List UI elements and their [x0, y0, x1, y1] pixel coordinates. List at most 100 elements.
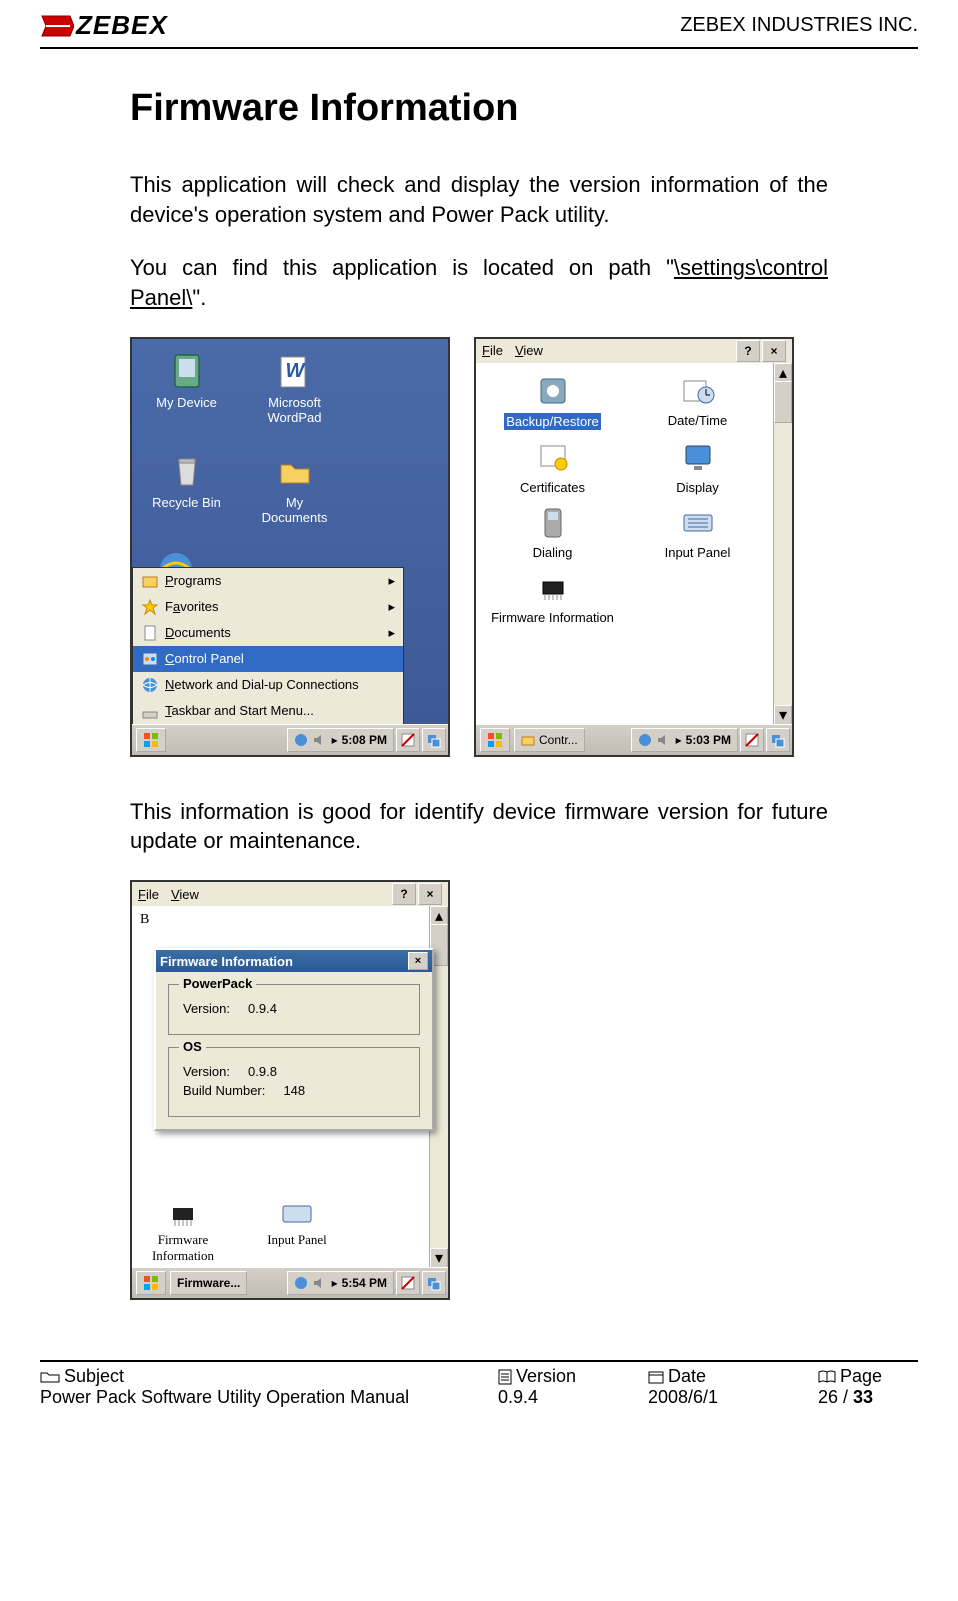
- page-footer: Subject Power Pack Software Utility Oper…: [0, 1366, 958, 1428]
- chevron-right-icon: ▸: [388, 599, 395, 615]
- close-button[interactable]: ×: [762, 340, 786, 362]
- menu-item-control-panel[interactable]: Control Panel: [133, 646, 403, 672]
- cp-item-display[interactable]: Display: [627, 440, 768, 495]
- tray-icon-1[interactable]: [740, 728, 764, 752]
- footer-divider: [40, 1360, 918, 1362]
- tray-icon-1[interactable]: [396, 728, 420, 752]
- tray-area[interactable]: ▸ 5:03 PM: [631, 728, 738, 752]
- tray-arrow-icon: ▸: [332, 1276, 338, 1290]
- input-panel-icon: [279, 1196, 315, 1232]
- tray-icon-2[interactable]: [766, 728, 790, 752]
- folder-programs-icon: [141, 572, 159, 590]
- page-current: 26 /: [818, 1387, 853, 1407]
- bg-item-firmware[interactable]: Firmware Information: [138, 1196, 228, 1264]
- tray-globe-icon: [294, 733, 308, 747]
- cp-item-backup-restore[interactable]: Backup/Restore: [482, 373, 623, 430]
- desktop-icon-wordpad[interactable]: W Microsoft WordPad: [252, 351, 337, 425]
- menu-view[interactable]: View: [515, 343, 543, 358]
- my-documents-label: My Documents: [262, 495, 328, 525]
- tray-icon-2[interactable]: [422, 728, 446, 752]
- taskbar-time: 5:03 PM: [686, 733, 731, 747]
- menu-file[interactable]: File: [138, 887, 159, 902]
- os-version-value: 0.9.8: [248, 1064, 277, 1079]
- control-panel-view: Backup/Restore Date/Time Certificates: [476, 363, 774, 725]
- dialog-titlebar[interactable]: Firmware Information ×: [156, 950, 432, 972]
- backup-label: Backup/Restore: [504, 413, 601, 430]
- tray-globe-icon: [638, 733, 652, 747]
- desktop-icon-recycle-bin[interactable]: Recycle Bin: [144, 451, 229, 510]
- scroll-down-arrow-icon[interactable]: ▾: [774, 705, 792, 725]
- scroll-track[interactable]: [774, 381, 792, 707]
- powerpack-legend: PowerPack: [179, 976, 256, 991]
- bg-item-input-panel[interactable]: Input Panel: [252, 1196, 342, 1248]
- menu-item-programs[interactable]: Programs ▸: [133, 568, 403, 594]
- bg-letter-b: B: [140, 912, 149, 928]
- certificates-label: Certificates: [520, 480, 585, 495]
- pp-version-label: Version:: [183, 1001, 230, 1016]
- cp-item-dialing[interactable]: Dialing: [482, 505, 623, 560]
- taskbar-app-button[interactable]: Firmware...: [170, 1271, 247, 1295]
- desktop-icon-my-documents[interactable]: My Documents: [252, 451, 337, 525]
- help-button[interactable]: ?: [736, 340, 760, 362]
- os-build-label: Build Number:: [183, 1083, 265, 1098]
- pda-icon: [167, 351, 207, 391]
- backup-icon: [535, 373, 571, 409]
- book-outline-icon: [818, 1370, 836, 1384]
- star-icon: [141, 598, 159, 616]
- control-panel-label: Control Panel: [165, 651, 244, 666]
- taskbar-app-button[interactable]: Contr...: [514, 728, 585, 752]
- scroll-thumb[interactable]: [774, 381, 792, 423]
- my-device-label: My Device: [156, 395, 217, 410]
- cp-item-date-time[interactable]: Date/Time: [627, 373, 768, 430]
- start-button[interactable]: [480, 728, 510, 752]
- footer-version-label: Version: [516, 1366, 576, 1387]
- close-button[interactable]: ×: [418, 883, 442, 905]
- menubar: File View ? ×: [476, 339, 792, 364]
- taskbar-app-label: Firmware...: [177, 1276, 240, 1290]
- help-button[interactable]: ?: [392, 883, 416, 905]
- menu-item-network[interactable]: Network and Dial-up Connections: [133, 672, 403, 698]
- footer-version-value: 0.9.4: [498, 1387, 648, 1408]
- tray-area[interactable]: ▸ 5:54 PM: [287, 1271, 394, 1295]
- cp-item-input-panel[interactable]: Input Panel: [627, 505, 768, 560]
- taskbar: ▸ 5:08 PM: [132, 724, 448, 755]
- network-label: Network and Dial-up Connections: [165, 677, 359, 692]
- menu-item-favorites[interactable]: Favorites ▸: [133, 594, 403, 620]
- footer-page-label: Page: [840, 1366, 882, 1387]
- menu-view[interactable]: View: [171, 887, 199, 902]
- vertical-scrollbar[interactable]: ▴ ▾: [773, 363, 792, 725]
- scroll-up-arrow-icon[interactable]: ▴: [430, 906, 448, 926]
- menubar: File View ? ×: [132, 882, 448, 907]
- menu-file[interactable]: File: [482, 343, 503, 358]
- p2-post: ".: [192, 285, 206, 310]
- start-button[interactable]: [136, 1271, 166, 1295]
- screenshot-control-panel: File View ? × Backup/Restore: [474, 337, 794, 757]
- tray-globe-icon: [294, 1276, 308, 1290]
- company-name: ZEBEX INDUSTRIES INC.: [680, 14, 918, 37]
- paragraph-2: You can find this application is located…: [130, 253, 828, 312]
- tray-volume-icon: [312, 1276, 326, 1290]
- paragraph-1: This application will check and display …: [130, 170, 828, 229]
- documents-label: Documents: [165, 625, 231, 640]
- wordpad-label: Microsoft WordPad: [268, 395, 322, 425]
- certificates-icon: [535, 440, 571, 476]
- menu-item-taskbar-settings[interactable]: Taskbar and Start Menu...: [133, 698, 403, 724]
- start-menu: Programs ▸ Favorites ▸ Documents ▸: [132, 567, 404, 725]
- tray-icon-1[interactable]: [396, 1271, 420, 1295]
- programs-label: Programs: [165, 573, 221, 588]
- desktop-icon-my-device[interactable]: My Device: [144, 351, 229, 410]
- tray-icon-2[interactable]: [422, 1271, 446, 1295]
- logo: ZEBEX: [40, 10, 168, 41]
- cp-item-firmware-information[interactable]: Firmware Information: [482, 570, 623, 625]
- firmware-label: Firmware Information: [491, 610, 614, 625]
- display-label: Display: [676, 480, 719, 495]
- scroll-up-arrow-icon[interactable]: ▴: [774, 363, 792, 383]
- cp-item-certificates[interactable]: Certificates: [482, 440, 623, 495]
- scroll-down-arrow-icon[interactable]: ▾: [430, 1248, 448, 1268]
- menu-item-documents[interactable]: Documents ▸: [133, 620, 403, 646]
- start-button[interactable]: [136, 728, 166, 752]
- tray-area[interactable]: ▸ 5:08 PM: [287, 728, 394, 752]
- pp-version-value: 0.9.4: [248, 1001, 277, 1016]
- dialog-close-button[interactable]: ×: [408, 952, 428, 970]
- fieldset-powerpack: PowerPack Version: 0.9.4: [168, 984, 420, 1035]
